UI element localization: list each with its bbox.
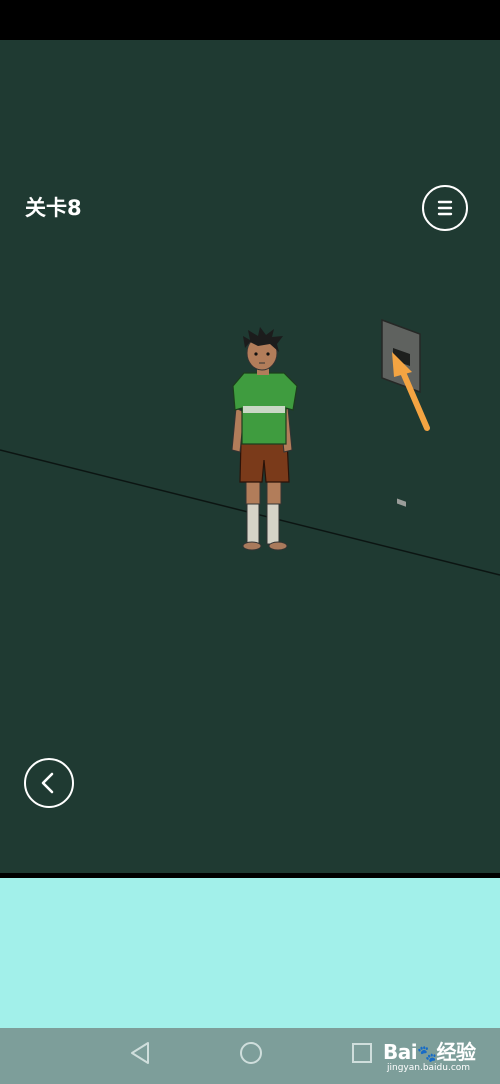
menu-icon [437, 200, 453, 216]
bottom-panel [0, 878, 500, 1028]
scene-drawing [0, 318, 500, 576]
circle-home-icon [240, 1042, 262, 1064]
status-bar [0, 0, 500, 40]
game-scene[interactable]: 关卡8 [0, 40, 500, 873]
menu-button[interactable] [422, 185, 468, 231]
nav-home-button[interactable] [238, 1040, 264, 1066]
back-button[interactable] [24, 758, 74, 808]
paw-icon: 🐾 [417, 1044, 437, 1063]
nav-back-button[interactable] [128, 1040, 152, 1066]
wall-switch[interactable] [381, 318, 421, 507]
baidu-watermark: Bai🐾经验 jingyan.baidu.com [383, 1034, 495, 1080]
triangle-back-icon [131, 1042, 149, 1064]
system-nav-bar: Bai🐾经验 jingyan.baidu.com [0, 1028, 500, 1084]
level-label: 关卡8 [25, 196, 82, 220]
watermark-brand-a: Bai [383, 1040, 418, 1064]
watermark-url: jingyan.baidu.com [387, 1063, 471, 1073]
game-screen: 关卡8 Bai🐾经验 jingyan.baidu.com [0, 0, 500, 1084]
nav-recent-button[interactable] [350, 1040, 374, 1066]
chevron-left-icon [41, 772, 54, 794]
square-recent-icon [352, 1043, 372, 1063]
watermark-brand-b: 经验 [436, 1040, 477, 1064]
